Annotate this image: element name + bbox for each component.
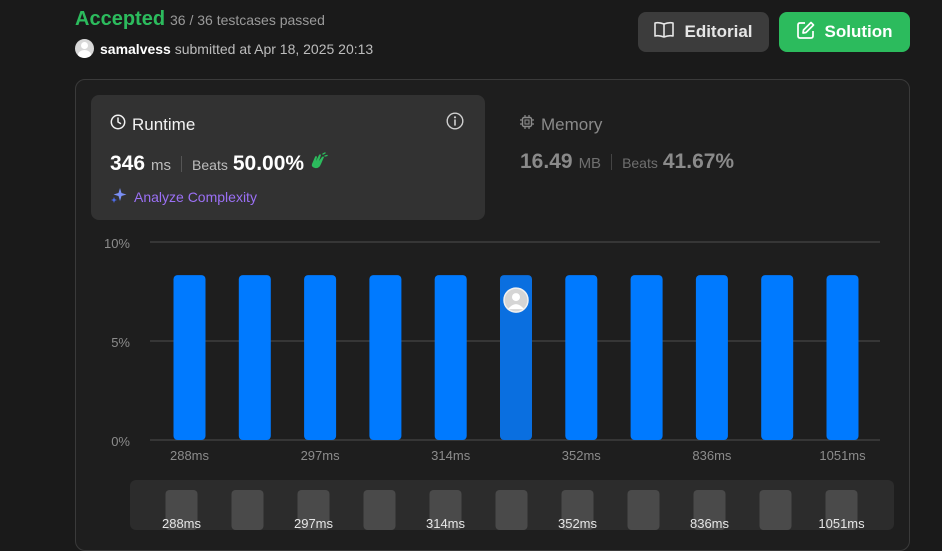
x-tick-label: 1051ms <box>819 448 866 463</box>
scroller-label: 836ms <box>690 516 730 531</box>
x-tick-label: 836ms <box>692 448 732 463</box>
y-tick-label: 0% <box>111 434 130 449</box>
scroller-label: 288ms <box>162 516 202 531</box>
scroller-label: 297ms <box>294 516 334 531</box>
x-tick-label: 297ms <box>301 448 341 463</box>
bar[interactable] <box>238 275 271 440</box>
scroller-bar[interactable] <box>231 490 264 530</box>
bar[interactable] <box>173 275 206 440</box>
y-tick-label: 10% <box>104 236 130 251</box>
scroller-label: 352ms <box>558 516 598 531</box>
bar[interactable] <box>761 275 794 440</box>
bar[interactable] <box>630 275 663 440</box>
scroller-bar[interactable] <box>495 490 528 530</box>
runtime-distribution-chart: 10% 5% 0% 288ms 297ms 314ms 352ms 836ms 1051ms 28… <box>104 236 880 531</box>
scroller-label: 1051ms <box>818 516 865 531</box>
bar[interactable] <box>695 275 728 440</box>
scroller-bar[interactable] <box>363 490 396 530</box>
y-tick-label: 5% <box>111 335 130 350</box>
scroller-label: 314ms <box>426 516 466 531</box>
bar[interactable] <box>434 275 467 440</box>
avatar-head-shape <box>512 293 520 302</box>
x-tick-label: 288ms <box>170 448 210 463</box>
bar[interactable] <box>565 275 598 440</box>
scroller-bar[interactable] <box>627 490 660 530</box>
bar[interactable] <box>304 275 337 440</box>
bar[interactable] <box>369 275 402 440</box>
bar[interactable] <box>826 275 859 440</box>
scroller-bar[interactable] <box>759 490 792 530</box>
x-tick-label: 314ms <box>431 448 471 463</box>
x-tick-label: 352ms <box>562 448 602 463</box>
